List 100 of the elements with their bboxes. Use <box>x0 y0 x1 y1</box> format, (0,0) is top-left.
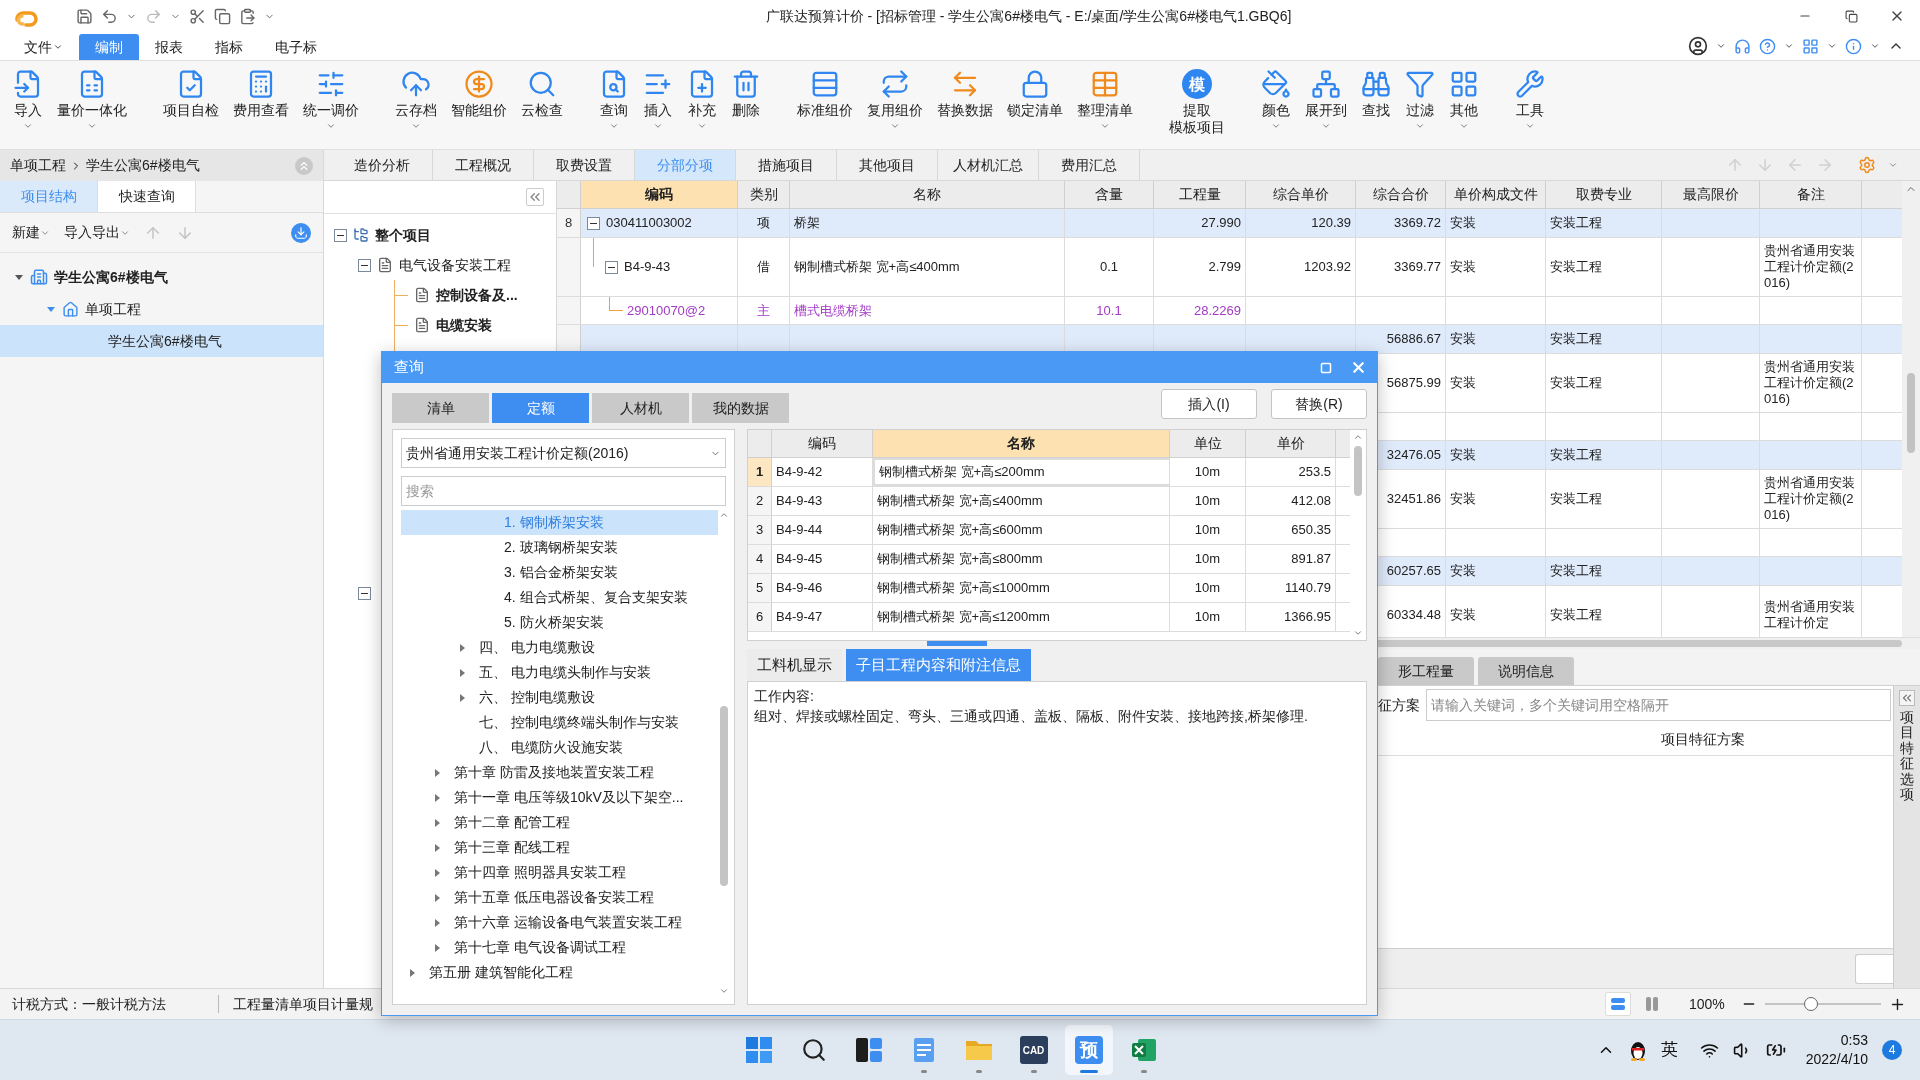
page-tab[interactable]: 人材机汇总 <box>938 150 1039 180</box>
toolbar-button[interactable]: 标准组价 <box>792 69 858 119</box>
expand-arrow-icon[interactable] <box>459 642 467 653</box>
scroll-down-icon[interactable] <box>1353 628 1363 638</box>
toolbar-button[interactable]: 其他 <box>1444 69 1484 131</box>
tree-item[interactable]: 学生公寓6#楼电气 <box>0 261 323 293</box>
collapse-icon[interactable] <box>587 216 600 230</box>
outline-item[interactable]: 整个项目 <box>375 224 431 246</box>
apps-icon[interactable] <box>1802 37 1819 55</box>
tree-item[interactable]: 第十一章 电压等级10kV及以下架空... <box>401 785 718 810</box>
tree-item[interactable]: 第十六章 运输设备电气装置安装工程 <box>401 910 718 935</box>
collapse-icon[interactable] <box>358 258 371 272</box>
settings-icon[interactable] <box>1858 156 1876 174</box>
scrollbar[interactable] <box>1902 181 1920 637</box>
dialog-tab[interactable]: 人材机 <box>592 393 689 423</box>
expand-arrow-icon[interactable] <box>434 842 442 853</box>
tree-item[interactable]: 第十章 防雷及接地装置安装工程 <box>401 760 718 785</box>
search-field[interactable]: 搜索 <box>401 476 726 506</box>
scroll-up-icon[interactable] <box>719 510 729 520</box>
save-icon[interactable] <box>76 7 93 25</box>
insert-button[interactable]: 插入(I) <box>1161 389 1257 419</box>
maximize-icon[interactable] <box>1320 361 1332 374</box>
toolbar-button[interactable]: 工具 <box>1510 69 1550 131</box>
zoom-slider-thumb[interactable] <box>1804 997 1819 1011</box>
toolbar-button[interactable]: 插入 <box>638 69 678 131</box>
column-header[interactable]: 类别 <box>738 181 790 208</box>
page-tab[interactable]: 造价分析 <box>332 150 433 180</box>
toolbar-button[interactable]: 查询 <box>594 69 634 131</box>
dialog-tab[interactable]: 我的数据 <box>692 393 789 423</box>
toolbar-button[interactable]: 导入导出 <box>64 222 130 243</box>
side-tab[interactable]: 项目特征选项 <box>1900 710 1914 803</box>
tree-item[interactable]: 五、 电力电缆头制作与安装 <box>401 660 718 685</box>
page-tab[interactable]: 费用汇总 <box>1039 150 1140 180</box>
tree-item[interactable]: 第十三章 配线工程 <box>401 835 718 860</box>
collapse-panel-icon[interactable] <box>1899 690 1915 706</box>
restore-icon[interactable] <box>1844 9 1858 23</box>
expand-arrow-icon[interactable] <box>46 304 56 314</box>
taskbar-button[interactable]: CAD <box>1009 1025 1058 1075</box>
outline-item[interactable]: 电气设备安装工程 <box>399 254 511 276</box>
expand-arrow-icon[interactable] <box>434 942 442 953</box>
tree-item[interactable]: 第十七章 电气设备调试工程 <box>401 935 718 960</box>
expand-arrow-icon[interactable] <box>434 917 442 928</box>
menu-tab[interactable]: 指标 <box>199 34 259 60</box>
info-icon[interactable] <box>1845 37 1862 55</box>
toolbar-button[interactable]: 项目自检 <box>158 69 224 119</box>
scroll-thumb[interactable] <box>720 706 728 886</box>
table-row[interactable]: B4-9-43 借 钢制槽式桥架 宽+高≤400mm 0.1 2.799 1203.92 3369.77 安装 安装工程 贵州省通用安装工程计价定额(2016) <box>557 238 1902 297</box>
paste-icon[interactable] <box>239 7 256 25</box>
breadcrumb-link[interactable]: 学生公寓6#楼电气 <box>86 155 200 176</box>
expand-arrow-icon[interactable] <box>409 967 417 978</box>
expand-arrow-icon[interactable] <box>434 767 442 778</box>
collapse-icon[interactable] <box>605 260 618 274</box>
expand-arrow-icon[interactable] <box>434 817 442 828</box>
scroll-down-icon[interactable] <box>719 986 729 996</box>
toolbar-button[interactable]: 展开到 <box>1300 69 1352 131</box>
tree-item[interactable]: 4. 组合式桥架、复合支架安装 <box>401 585 718 610</box>
collapse-icon[interactable] <box>334 228 347 242</box>
expand-arrow-icon[interactable] <box>434 867 442 878</box>
column-header[interactable]: 名称 <box>873 430 1170 457</box>
expand-arrow-icon[interactable] <box>434 892 442 903</box>
tree-item[interactable]: 第十二章 配管工程 <box>401 810 718 835</box>
headset-icon[interactable] <box>1734 37 1751 55</box>
column-header[interactable]: 单价构成文件 <box>1446 181 1546 208</box>
tree-item[interactable]: 5. 防火桥架安装 <box>401 610 718 635</box>
toolbar-button[interactable]: 云检查 <box>516 69 568 119</box>
column-header[interactable]: 取费专业 <box>1546 181 1662 208</box>
column-header[interactable]: 工程量 <box>1154 181 1246 208</box>
tree-item[interactable]: 3. 铝合金桥架安装 <box>401 560 718 585</box>
toolbar-button[interactable]: 复用组价 <box>862 69 928 131</box>
toolbar-button[interactable]: 云存档 <box>390 69 442 131</box>
tree-item[interactable]: 学生公寓6#楼电气 <box>0 325 323 357</box>
dialog-tab[interactable]: 清单 <box>392 393 489 423</box>
penguin-icon[interactable] <box>1628 1039 1647 1061</box>
tree-item[interactable]: 2. 玻璃钢桥架安装 <box>401 535 718 560</box>
toolbar-button[interactable]: 过滤 <box>1400 69 1440 131</box>
tree-item[interactable]: 四、 电力电缆敷设 <box>401 635 718 660</box>
toolbar-button[interactable]: 费用查看 <box>228 69 294 119</box>
column-header[interactable]: 单价 <box>1246 430 1336 457</box>
keyword-field[interactable]: 请输入关键词，多个关键词用空格隔开 <box>1426 689 1891 721</box>
menu-tab[interactable]: 电子标 <box>259 34 333 60</box>
breadcrumb-link[interactable]: 单项工程 <box>10 155 66 176</box>
toolbar-button[interactable]: 查找 <box>1356 69 1396 119</box>
column-header[interactable]: 综合合价 <box>1356 181 1446 208</box>
page-tab[interactable]: 措施项目 <box>736 150 837 180</box>
tree-item[interactable]: 第五册 建筑智能化工程 <box>401 960 718 985</box>
toolbar-button[interactable]: 颜色 <box>1256 69 1296 131</box>
library-dropdown[interactable]: 贵州省通用安装工程计价定额(2016) <box>401 438 726 468</box>
table-row[interactable]: 29010070@2 主 槽式电缆桥架 10.1 28.2269 <box>557 297 1902 325</box>
cut-icon[interactable] <box>189 7 206 25</box>
column-header[interactable]: 备注 <box>1760 181 1862 208</box>
panel-tab[interactable]: 快速查询 <box>98 181 196 212</box>
toolbar-button[interactable]: 模 提取 模板项目 <box>1164 69 1230 136</box>
expand-arrow-icon[interactable] <box>459 667 467 678</box>
toolbar-button[interactable]: 锁定清单 <box>1002 69 1068 119</box>
splitter-handle[interactable] <box>927 641 987 646</box>
menu-tab[interactable]: 文件 <box>8 34 79 60</box>
stacked-view-button[interactable] <box>1605 992 1631 1016</box>
tree-item[interactable]: 七、 控制电缆终端头制作与安装 <box>401 710 718 735</box>
toolbar-button[interactable]: 导入 <box>8 69 48 131</box>
replace-button[interactable]: 替换(R) <box>1271 389 1367 419</box>
